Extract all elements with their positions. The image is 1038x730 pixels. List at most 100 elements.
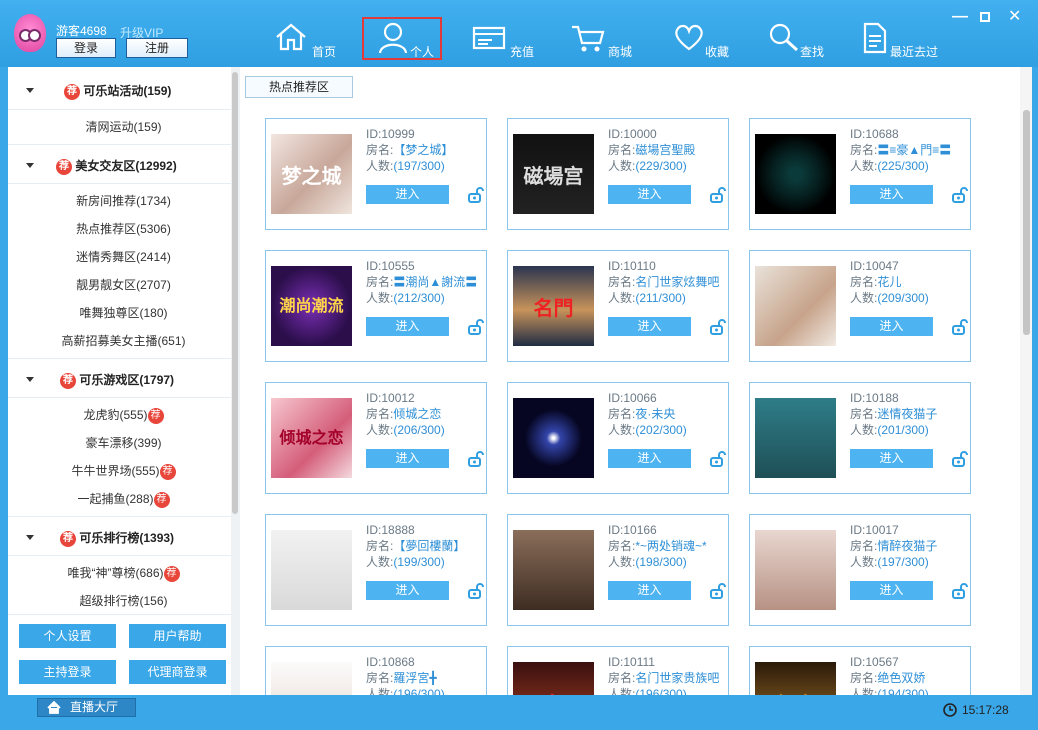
- unlock-icon[interactable]: [952, 451, 968, 467]
- sidebar-item[interactable]: 豪车漂移(399): [8, 429, 239, 457]
- enter-room-button[interactable]: 进入: [608, 581, 691, 600]
- field-label: 人数:: [850, 291, 878, 305]
- enter-room-button[interactable]: 进入: [850, 449, 933, 468]
- room-card[interactable]: 倾城之恋 ID:10012 房名:倾城之恋 人数:(206/300) 进入: [265, 382, 487, 494]
- sidebar-item[interactable]: 唯我“神”尊榜(686) 荐: [8, 559, 239, 587]
- unlock-icon[interactable]: [952, 187, 968, 203]
- room-thumbnail[interactable]: [755, 530, 836, 610]
- maximize-icon[interactable]: [980, 12, 990, 22]
- enter-room-button[interactable]: 进入: [366, 317, 449, 336]
- sidebar-scroll-thumb[interactable]: [232, 72, 238, 514]
- room-thumbnail[interactable]: 梦之城: [271, 134, 352, 214]
- live-hall-button[interactable]: 直播大厅: [37, 698, 136, 717]
- login-button[interactable]: 登录: [56, 38, 116, 58]
- sidebar-item[interactable]: 牛牛世界场(555) 荐: [8, 457, 239, 485]
- nav-favorites[interactable]: 收藏: [673, 20, 735, 60]
- sidebar-group-beauty[interactable]: 荐 美女交友区(12992): [8, 144, 239, 184]
- main-scroll-thumb[interactable]: [1023, 110, 1030, 335]
- enter-room-button[interactable]: 进入: [850, 581, 933, 600]
- enter-room-button[interactable]: 进入: [366, 185, 449, 204]
- room-card[interactable]: ID:10166 房名:*~两处销魂~* 人数:(198/300) 进入: [507, 514, 729, 626]
- room-thumbnail[interactable]: [755, 398, 836, 478]
- collapse-arrow-icon[interactable]: [26, 377, 34, 382]
- register-button[interactable]: 注册: [126, 38, 188, 58]
- room-thumbnail[interactable]: 潮尚潮流: [271, 266, 352, 346]
- collapse-arrow-icon[interactable]: [26, 163, 34, 168]
- room-card[interactable]: 潮尚潮流 ID:10555 房名:〓潮尚▲謝流〓 人数:(212/300) 进入: [265, 250, 487, 362]
- agent-login-button[interactable]: 代理商登录: [129, 660, 226, 684]
- enter-room-button[interactable]: 进入: [366, 581, 449, 600]
- field-value: (229/300): [635, 159, 687, 173]
- user-help-button[interactable]: 用户帮助: [129, 624, 226, 648]
- sidebar-item[interactable]: 靓男靓女区(2707): [8, 271, 239, 299]
- nav-home[interactable]: 首页: [274, 20, 344, 60]
- nav-recharge[interactable]: 充值: [472, 20, 542, 60]
- minimize-icon[interactable]: —: [952, 8, 968, 26]
- room-card[interactable]: ID:10688 房名:〓≡豪▲門≡〓 人数:(225/300) 进入: [749, 118, 971, 230]
- sidebar-item[interactable]: 龙虎豹(555) 荐: [8, 401, 239, 429]
- sidebar-item[interactable]: 迷情秀舞区(2414): [8, 243, 239, 271]
- room-card[interactable]: ID:10868 房名:羅浮宮╋ 人数:(196/300): [265, 646, 487, 695]
- room-thumbnail[interactable]: [513, 530, 594, 610]
- room-card[interactable]: 红尘ID:10567房名:绝色双娇人数:(194/300): [749, 646, 971, 695]
- room-thumbnail[interactable]: [271, 662, 352, 695]
- enter-room-button[interactable]: 进入: [608, 449, 691, 468]
- room-thumbnail[interactable]: 红尘: [755, 662, 836, 695]
- enter-room-button[interactable]: 进入: [850, 185, 933, 204]
- tab-hot-recommend[interactable]: 热点推荐区: [245, 76, 353, 98]
- room-card[interactable]: ID:10017 房名:情醉夜猫子 人数:(197/300) 进入: [749, 514, 971, 626]
- room-info: ID:10166 房名:*~两处销魂~* 人数:(198/300): [608, 522, 707, 570]
- room-id: ID:10111: [608, 654, 719, 670]
- room-card[interactable]: 磁場宫 ID:10000 房名:磁場宫聖殿 人数:(229/300) 进入: [507, 118, 729, 230]
- nav-search[interactable]: 查找: [768, 20, 830, 60]
- nav-recent[interactable]: 最近去过: [862, 20, 942, 60]
- close-icon[interactable]: ✕: [1008, 6, 1021, 26]
- sidebar-group-activity[interactable]: 荐 可乐站活动(159): [8, 70, 239, 110]
- unlock-icon[interactable]: [952, 319, 968, 335]
- enter-room-button[interactable]: 进入: [608, 185, 691, 204]
- room-thumbnail[interactable]: [755, 266, 836, 346]
- sidebar-item[interactable]: 清网运动(159): [8, 113, 239, 141]
- sidebar-group-ranking[interactable]: 荐 可乐排行榜(1393): [8, 516, 239, 556]
- unlock-icon[interactable]: [468, 583, 484, 599]
- unlock-icon[interactable]: [468, 451, 484, 467]
- room-thumbnail[interactable]: 名門: [513, 266, 594, 346]
- room-thumbnail[interactable]: [513, 398, 594, 478]
- collapse-arrow-icon[interactable]: [26, 535, 34, 540]
- personal-settings-button[interactable]: 个人设置: [19, 624, 116, 648]
- room-card[interactable]: 梦之城 ID:10999 房名:【梦之城】 人数:(197/300) 进入: [265, 118, 487, 230]
- sidebar-item[interactable]: 热点推荐区(5306): [8, 215, 239, 243]
- room-thumbnail[interactable]: 磁場宫: [513, 134, 594, 214]
- host-login-button[interactable]: 主持登录: [19, 660, 116, 684]
- enter-room-button[interactable]: 进入: [850, 317, 933, 336]
- room-card[interactable]: ID:10047 房名:花儿 人数:(209/300) 进入: [749, 250, 971, 362]
- sidebar-item[interactable]: 唯舞独尊区(180): [8, 299, 239, 327]
- sidebar-item[interactable]: 高薪招募美女主播(651): [8, 327, 239, 355]
- enter-room-button[interactable]: 进入: [366, 449, 449, 468]
- nav-mall[interactable]: 商城: [570, 20, 640, 60]
- unlock-icon[interactable]: [468, 319, 484, 335]
- sidebar-group-games[interactable]: 荐 可乐游戏区(1797): [8, 358, 239, 398]
- nav-label: 首页: [312, 45, 337, 59]
- collapse-arrow-icon[interactable]: [26, 88, 34, 93]
- unlock-icon[interactable]: [468, 187, 484, 203]
- unlock-icon[interactable]: [710, 583, 726, 599]
- room-card[interactable]: ID:10188 房名:迷情夜猫子 人数:(201/300) 进入: [749, 382, 971, 494]
- sidebar-item[interactable]: 超级排行榜(156): [8, 587, 239, 615]
- unlock-icon[interactable]: [710, 451, 726, 467]
- sidebar-item[interactable]: 一起捕鱼(288) 荐: [8, 485, 239, 513]
- room-card[interactable]: 名門 ID:10110 房名:名门世家炫舞吧 人数:(211/300) 进入: [507, 250, 729, 362]
- unlock-icon[interactable]: [710, 319, 726, 335]
- field-label: 房名:: [608, 407, 636, 421]
- room-card[interactable]: ID:10066 房名:夜·未央 人数:(202/300) 进入: [507, 382, 729, 494]
- enter-room-button[interactable]: 进入: [608, 317, 691, 336]
- unlock-icon[interactable]: [710, 187, 726, 203]
- room-card[interactable]: ID:18888 房名:【夢回樓蘭】 人数:(199/300) 进入: [265, 514, 487, 626]
- room-thumbnail[interactable]: [271, 530, 352, 610]
- room-thumbnail[interactable]: [755, 134, 836, 214]
- room-thumbnail[interactable]: 倾城之恋: [271, 398, 352, 478]
- room-card[interactable]: 名ID:10111房名:名门世家贵族吧人数:(196/300): [507, 646, 729, 695]
- unlock-icon[interactable]: [952, 583, 968, 599]
- room-thumbnail[interactable]: 名: [513, 662, 594, 695]
- sidebar-item[interactable]: 新房间推荐(1734): [8, 187, 239, 215]
